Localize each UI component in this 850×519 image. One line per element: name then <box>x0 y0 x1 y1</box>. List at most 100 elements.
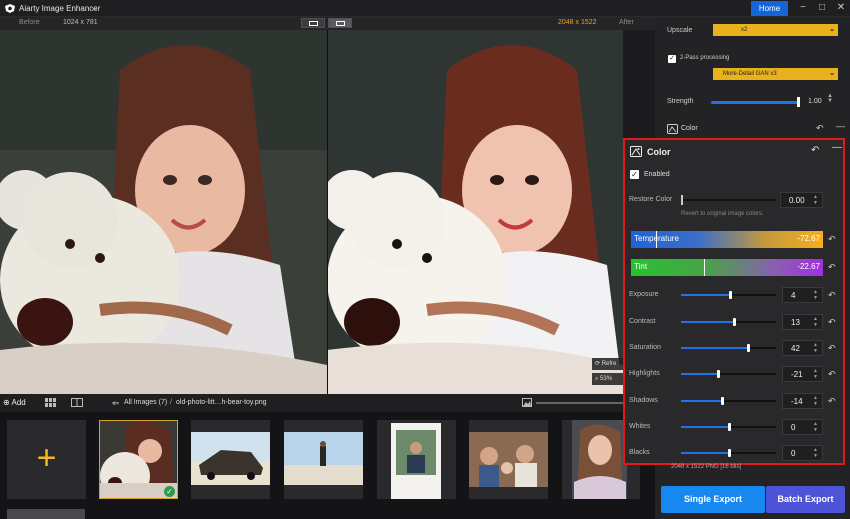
temperature-handle[interactable] <box>655 231 657 248</box>
thumbnail[interactable] <box>377 420 456 499</box>
reset-highlights-icon[interactable]: ↶ <box>828 369 836 380</box>
highlights-slider[interactable] <box>681 370 776 378</box>
temperature-value[interactable]: -72.67 <box>797 234 820 243</box>
saturation-field[interactable]: 42 ▲ ▼ <box>782 340 823 356</box>
breadcrumb-current-file: old-photo-litt…h-bear-toy.png <box>176 399 267 406</box>
contrast-field[interactable]: 13 ▲ ▼ <box>782 314 823 330</box>
reset-saturation-icon[interactable]: ↶ <box>828 343 836 354</box>
highlights-slider-fill <box>681 373 719 375</box>
whites-field[interactable]: 0 ▲ ▼ <box>782 419 823 435</box>
exposure-field[interactable]: 4 ▲ ▼ <box>782 287 823 303</box>
reset-shadows-icon[interactable]: ↶ <box>828 396 836 407</box>
undo-icon[interactable]: ↶ <box>811 145 819 156</box>
spinner-icon[interactable]: ▲ ▼ <box>813 395 818 407</box>
breadcrumb-all-images[interactable]: All Images (7) <box>124 399 167 406</box>
home-button[interactable]: Home <box>751 1 788 16</box>
reset-exposure-icon[interactable]: ↶ <box>828 290 836 301</box>
blacks-field[interactable]: 0 ▲ ▼ <box>782 445 823 461</box>
contrast-slider-handle[interactable] <box>733 318 737 326</box>
exposure-slider-fill <box>681 294 731 296</box>
strip-scrollbar[interactable] <box>7 509 85 519</box>
reset-tint-icon[interactable]: ↶ <box>828 262 836 273</box>
after-image[interactable] <box>327 30 623 394</box>
spinner-icon[interactable]: ▲ ▼ <box>813 368 818 380</box>
compare-divider[interactable] <box>327 30 328 394</box>
thumbnail[interactable] <box>469 420 548 499</box>
thumbnail[interactable] <box>284 420 363 499</box>
batch-export-button[interactable]: Batch Export <box>766 486 845 513</box>
highlights-slider-handle[interactable] <box>717 370 721 378</box>
spinner-icon[interactable]: ▲ ▼ <box>813 342 818 354</box>
whites-label: Whites <box>629 423 651 430</box>
refresh-label: Refre <box>601 361 617 367</box>
single-export-button[interactable]: Single Export <box>661 486 765 513</box>
blacks-slider-handle[interactable] <box>727 449 731 457</box>
strength-slider-handle[interactable] <box>797 97 800 107</box>
spinner-icon[interactable]: ▲ ▼ <box>813 316 818 328</box>
grid-view-icon[interactable] <box>45 398 56 407</box>
collapse-icon[interactable]: — <box>832 142 842 153</box>
whites-slider[interactable] <box>681 423 776 431</box>
whites-slider-handle[interactable] <box>727 423 731 431</box>
single-view-button[interactable] <box>301 18 325 28</box>
reset-contrast-icon[interactable]: ↶ <box>828 317 836 328</box>
tint-slider[interactable]: Tint -22.67 <box>631 259 823 276</box>
shadows-value: -14 <box>791 397 803 406</box>
chevron-down-icon: ⌄ <box>829 70 835 77</box>
thumbnail-image <box>191 420 270 499</box>
model-select[interactable]: More-Detail GAN v3 ⌄ <box>713 68 838 80</box>
maximize-icon[interactable]: □ <box>815 2 829 15</box>
restore-color-slider[interactable] <box>682 199 776 201</box>
upscale-select[interactable]: x2 ⌄ <box>713 24 838 36</box>
add-label: Add <box>11 398 26 407</box>
collapse-icon[interactable]: — <box>836 121 845 131</box>
saturation-slider-handle[interactable] <box>747 344 751 352</box>
minimize-icon[interactable]: − <box>796 2 810 15</box>
shadows-field[interactable]: -14 ▲ ▼ <box>782 393 823 409</box>
highlights-field[interactable]: -21 ▲ ▼ <box>782 366 823 382</box>
exposure-value: 4 <box>791 291 796 300</box>
shadows-slider[interactable] <box>681 397 776 405</box>
split-view-button[interactable] <box>328 18 352 28</box>
spinner-icon[interactable]: ▲ ▼ <box>813 447 818 459</box>
shadows-slider-handle[interactable] <box>720 397 724 405</box>
restore-color-handle[interactable] <box>681 195 683 205</box>
spinner-icon[interactable]: ▲ ▼ <box>813 194 818 206</box>
add-button[interactable]: ⊕ Add <box>3 398 26 407</box>
before-image[interactable] <box>0 30 327 394</box>
image-fit-icon[interactable] <box>522 398 532 407</box>
tint-value[interactable]: -22.67 <box>797 262 820 271</box>
close-icon[interactable]: ✕ <box>834 2 848 15</box>
spinner-icon[interactable]: ▲ ▼ <box>813 421 818 433</box>
refresh-icon: ⟳ <box>595 361 602 367</box>
exposure-slider[interactable] <box>681 291 776 299</box>
strength-slider[interactable] <box>711 101 799 104</box>
two-pass-checkbox[interactable]: ✓ <box>668 55 676 63</box>
spinner-icon[interactable]: ▲ ▼ <box>813 289 818 301</box>
undo-icon[interactable]: ↶ <box>816 123 824 134</box>
tint-handle[interactable] <box>703 259 705 276</box>
thumbnail-size-slider[interactable] <box>536 402 623 404</box>
exposure-slider-handle[interactable] <box>729 291 733 299</box>
blacks-slider-fill <box>681 452 729 454</box>
reset-temperature-icon[interactable]: ↶ <box>828 234 836 245</box>
saturation-slider[interactable] <box>681 344 776 352</box>
saturation-slider-fill <box>681 347 749 349</box>
temperature-slider[interactable]: Temperature -72.67 <box>631 231 823 248</box>
color-section-label[interactable]: Color <box>681 125 698 132</box>
strength-spinner-icon[interactable]: ▲ ▼ <box>827 93 833 104</box>
thumbnail[interactable] <box>191 420 270 499</box>
enabled-checkbox[interactable]: ✓ <box>630 170 639 179</box>
add-image-tile[interactable]: + <box>7 420 86 499</box>
strength-value[interactable]: 1.00 <box>808 98 822 105</box>
exposure-label: Exposure <box>629 291 659 298</box>
chevron-down-icon[interactable]: ⌄ <box>91 3 98 12</box>
refresh-button[interactable]: ⟳ Refre <box>592 358 624 370</box>
blacks-slider[interactable] <box>681 449 776 457</box>
color-palette-icon <box>667 124 678 134</box>
back-arrow-icon[interactable]: ⇐ <box>112 398 120 409</box>
restore-color-field[interactable]: 0.00 ▲ ▼ <box>780 192 823 208</box>
contrast-slider[interactable] <box>681 318 776 326</box>
filmstrip-view-icon[interactable] <box>71 398 83 407</box>
zoom-control[interactable]: ⌕ 53% <box>592 373 624 385</box>
